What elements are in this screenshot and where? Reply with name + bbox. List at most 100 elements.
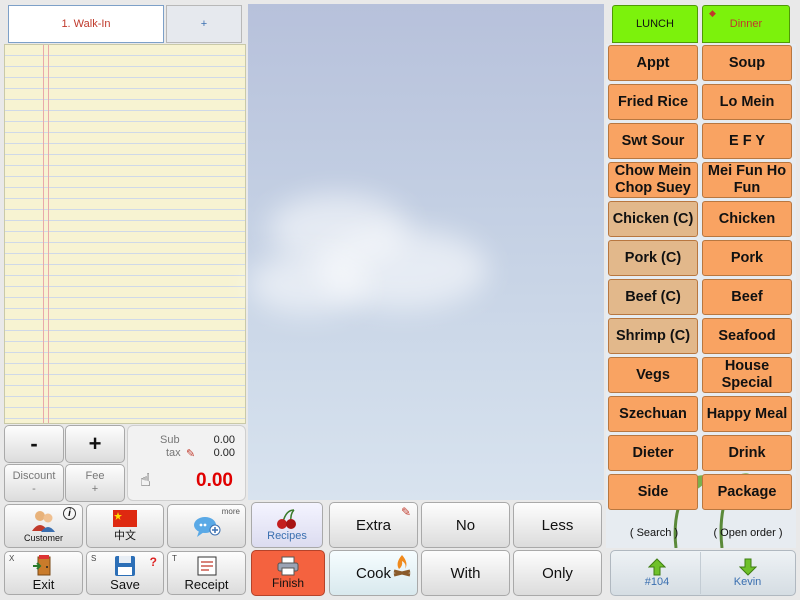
- less-label: Less: [541, 516, 574, 534]
- exit-button[interactable]: X Exit: [4, 551, 83, 595]
- receipt-icon: [197, 556, 216, 575]
- menu-item-e-f-y[interactable]: E F Y: [702, 123, 792, 159]
- subtotal-value: 0.00: [213, 434, 235, 446]
- customer-icon: [31, 511, 55, 532]
- more-label: more: [221, 507, 240, 516]
- order-list[interactable]: [4, 44, 246, 424]
- only-button[interactable]: Only: [513, 550, 602, 596]
- recipes-label: Recipes: [267, 530, 307, 542]
- menu-item-house-special[interactable]: House Special: [702, 357, 792, 393]
- menu-item-label: Vegs: [636, 366, 670, 383]
- menu-item-label: Appt: [636, 54, 670, 71]
- extra-button[interactable]: Extra ✎: [329, 502, 418, 548]
- menu-item-chicken[interactable]: Chicken: [702, 201, 792, 237]
- customer-button[interactable]: Customer i: [4, 504, 83, 548]
- menu-item-label: Beef: [731, 288, 763, 305]
- no-label: No: [455, 516, 476, 534]
- search-link-label: ( Search ): [629, 527, 679, 539]
- ticket-tab-label: 1. Walk-In: [61, 18, 111, 30]
- item-selection-area[interactable]: [248, 4, 604, 500]
- menu-item-fried-rice[interactable]: Fried Rice: [608, 84, 698, 120]
- menu-item-chicken-c[interactable]: Chicken (C): [608, 201, 698, 237]
- menu-item-label: Dieter: [632, 444, 674, 461]
- lunch-tab[interactable]: LUNCH: [612, 5, 698, 43]
- order-total: 0.00: [196, 470, 233, 491]
- menu-item-seafood[interactable]: Seafood: [702, 318, 792, 354]
- recipes-button[interactable]: Recipes: [251, 502, 323, 548]
- menu-item-lo-mein[interactable]: Lo Mein: [702, 84, 792, 120]
- receipt-button[interactable]: T Receipt: [167, 551, 246, 595]
- menu-item-label: Chow Mein Chop Suey: [614, 163, 692, 196]
- fee-label: Fee: [85, 470, 105, 482]
- menu-item-soup[interactable]: Soup: [702, 45, 792, 81]
- save-label: Save: [110, 576, 140, 592]
- plus-button[interactable]: +: [65, 425, 125, 463]
- menu-item-happy-meal[interactable]: Happy Meal: [702, 396, 792, 432]
- menu-item-appt[interactable]: Appt: [608, 45, 698, 81]
- server-button[interactable]: Kevin: [700, 552, 794, 594]
- tax-edit-icon[interactable]: ✎: [186, 447, 195, 460]
- more-button[interactable]: more: [167, 504, 246, 548]
- menu-item-label: House Special: [721, 358, 773, 391]
- no-button[interactable]: No: [421, 502, 510, 548]
- dinner-label: Dinner: [729, 18, 763, 30]
- exit-shortcut: X: [9, 554, 15, 563]
- info-icon: i: [63, 507, 76, 520]
- totals-panel: Sub 0.00 tax ✎ 0.00 ☝ 0.00: [127, 425, 246, 501]
- plus-label: +: [88, 431, 102, 456]
- menu-item-beef-c[interactable]: Beef (C): [608, 279, 698, 315]
- menu-item-label: Happy Meal: [706, 405, 788, 422]
- menu-item-chow-mein-chop-suey[interactable]: Chow Mein Chop Suey: [608, 162, 698, 198]
- language-button[interactable]: 中文: [86, 504, 164, 548]
- menu-item-label: Soup: [728, 54, 766, 71]
- menu-item-label: Swt Sour: [621, 132, 685, 149]
- arrow-up-icon: [648, 558, 666, 576]
- dinner-tab[interactable]: ◆ Dinner: [702, 5, 790, 43]
- finish-button[interactable]: Finish: [251, 550, 325, 596]
- exit-label: Exit: [32, 576, 55, 592]
- cook-button[interactable]: Cook: [329, 550, 418, 596]
- menu-item-swt-sour[interactable]: Swt Sour: [608, 123, 698, 159]
- add-ticket-tab[interactable]: +: [166, 5, 242, 43]
- with-button[interactable]: With: [421, 550, 510, 596]
- ticket-tab-walk-in[interactable]: 1. Walk-In: [8, 5, 164, 43]
- menu-item-label: Fried Rice: [617, 93, 689, 110]
- menu-item-szechuan[interactable]: Szechuan: [608, 396, 698, 432]
- menu-item-label: Chicken: [718, 210, 776, 227]
- touch-hand-icon[interactable]: ☝: [140, 470, 151, 491]
- minus-label: -: [30, 431, 38, 456]
- printer-icon: [277, 556, 299, 576]
- menu-item-drink[interactable]: Drink: [702, 435, 792, 471]
- search-link[interactable]: ( Search ): [610, 520, 698, 546]
- menu-item-dieter[interactable]: Dieter: [608, 435, 698, 471]
- language-label: 中文: [114, 529, 136, 542]
- fee-sub: +: [91, 483, 99, 495]
- open-order-link[interactable]: ( Open order ): [702, 520, 794, 546]
- fee-button[interactable]: Fee +: [65, 464, 125, 502]
- table-number-label: #104: [644, 576, 670, 588]
- lunch-label: LUNCH: [636, 18, 674, 30]
- discount-sub: -: [32, 483, 36, 495]
- menu-item-beef[interactable]: Beef: [702, 279, 792, 315]
- extra-label: Extra: [355, 516, 391, 534]
- finish-label: Finish: [271, 576, 304, 590]
- menu-item-shrimp-c[interactable]: Shrimp (C): [608, 318, 698, 354]
- menu-item-mei-fun-ho-fun[interactable]: Mei Fun Ho Fun: [702, 162, 792, 198]
- less-button[interactable]: Less: [513, 502, 602, 548]
- receipt-label: Receipt: [184, 576, 229, 592]
- receipt-shortcut: T: [172, 554, 177, 563]
- table-number-button[interactable]: #104: [612, 552, 702, 594]
- tag-icon: ◆: [709, 8, 716, 18]
- menu-item-side[interactable]: Side: [608, 474, 698, 510]
- discount-button[interactable]: Discount -: [4, 464, 64, 502]
- menu-item-pork[interactable]: Pork: [702, 240, 792, 276]
- minus-button[interactable]: -: [4, 425, 64, 463]
- save-button[interactable]: S ? Save: [86, 551, 164, 595]
- menu-item-package[interactable]: Package: [702, 474, 792, 510]
- menu-item-vegs[interactable]: Vegs: [608, 357, 698, 393]
- menu-item-pork-c[interactable]: Pork (C): [608, 240, 698, 276]
- menu-item-label: Lo Mein: [719, 93, 775, 110]
- arrow-down-icon: [738, 558, 757, 576]
- floppy-disk-icon: [115, 555, 135, 576]
- cloud-decoration: [248, 254, 368, 314]
